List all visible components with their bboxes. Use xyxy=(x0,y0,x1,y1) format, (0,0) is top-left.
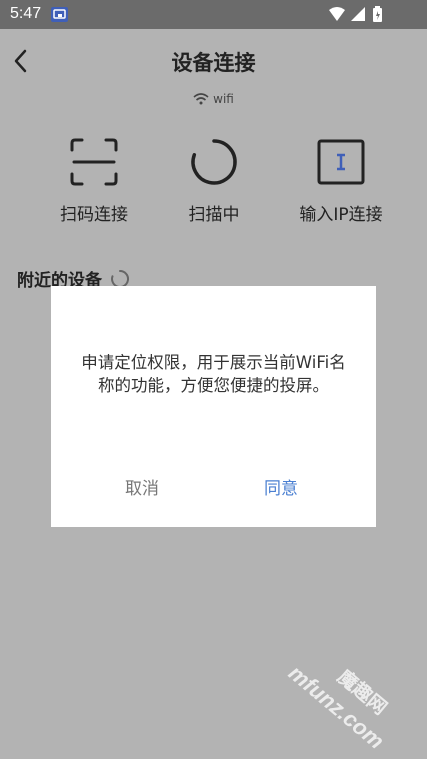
scan-qr-label: 扫码连接 xyxy=(60,205,128,225)
app-header: 设备连接 xyxy=(0,29,427,93)
scanning-label: 扫描中 xyxy=(188,205,240,225)
scanning-button[interactable]: 扫描中 xyxy=(154,132,274,225)
input-ip-button[interactable]: 输入IP连接 xyxy=(281,132,401,225)
status-icons xyxy=(327,5,397,23)
wifi-name: wifi xyxy=(213,92,234,106)
scan-qr-button[interactable]: 扫码连接 xyxy=(34,132,154,225)
cast-notification-icon xyxy=(51,7,68,22)
agree-button[interactable]: 同意 xyxy=(264,474,298,499)
status-bar: 5:47 xyxy=(0,0,427,29)
input-ip-label: 输入IP连接 xyxy=(299,205,383,225)
loading-spinner-icon xyxy=(188,136,240,188)
cell-signal-icon xyxy=(351,7,365,21)
wifi-status: wifi xyxy=(0,92,427,106)
watermark: mfunz.com 魔趣网 xyxy=(283,660,390,755)
scan-qr-icon xyxy=(68,136,120,188)
cancel-button[interactable]: 取消 xyxy=(125,474,159,499)
wifi-icon xyxy=(193,93,209,105)
wifi-signal-icon xyxy=(329,7,345,21)
permission-dialog: 申请定位权限，用于展示当前WiFi名称的功能，方便您便捷的投屏。 取消 同意 xyxy=(51,286,376,527)
dialog-message: 申请定位权限，用于展示当前WiFi名称的功能，方便您便捷的投屏。 xyxy=(81,353,346,395)
status-time: 5:47 xyxy=(10,5,42,22)
battery-icon xyxy=(373,6,382,22)
page-title: 设备连接 xyxy=(171,51,256,75)
text-input-icon xyxy=(315,136,367,188)
